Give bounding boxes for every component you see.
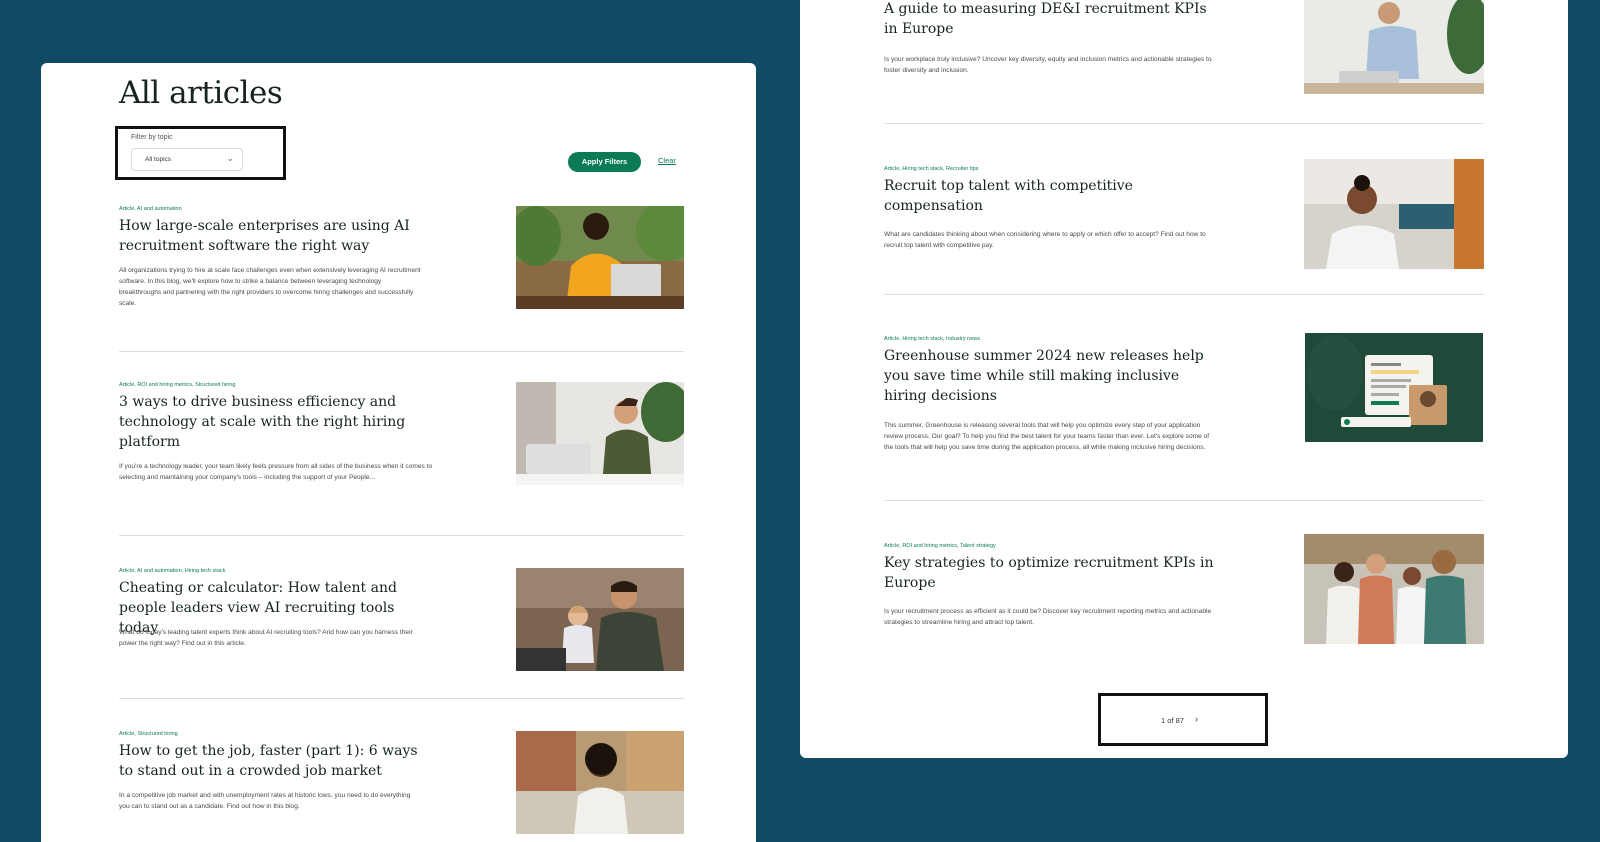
article-card[interactable]: Article, AI and automation, Hiring tech … [119,568,684,673]
article-card[interactable]: A guide to measuring DE&I recruitment KP… [884,0,1484,99]
article-image[interactable] [516,568,684,671]
man-phone-office-image [1304,0,1484,94]
pagination-page-indicator: 1 of 87 [1161,716,1184,725]
article-description: Is your workplace truly inclusive? Uncov… [884,56,1212,74]
article-card[interactable]: Article, ROI and hiring metrics, Structu… [119,382,684,487]
topic-select[interactable]: All topics ⌄ [131,148,243,171]
chevron-right-icon[interactable]: › [1195,714,1198,724]
article-image[interactable] [1304,0,1484,94]
article-image[interactable] [1304,159,1484,269]
article-description: In a competitive job market and with une… [119,792,411,810]
article-divider [884,294,1484,295]
clear-filters-link[interactable]: Clear [658,156,676,165]
article-title[interactable]: 3 ways to drive business efficiency and … [119,392,409,452]
filter-label: Filter by topic [131,134,173,141]
article-tags[interactable]: Article, AI and automation [119,206,182,212]
article-title[interactable]: Recruit top talent with competitive comp… [884,176,1174,216]
article-title[interactable]: A guide to measuring DE&I recruitment KP… [884,0,1214,39]
article-image[interactable] [1304,534,1484,644]
article-card[interactable]: Article, Hiring tech stack, Industry new… [884,333,1484,471]
apply-filters-button[interactable]: Apply Filters [568,152,641,172]
article-card[interactable]: Article, Structured hiring How to get th… [119,731,684,836]
article-image[interactable] [516,731,684,834]
article-divider [119,698,684,699]
article-card[interactable]: Article, ROI and hiring metrics, Talent … [884,534,1484,655]
chevron-down-icon: ⌄ [226,153,234,163]
woman-laptop-plants-image [516,206,684,309]
articles-page-left: All articles Filter by topic All topics … [41,63,756,842]
woman-outdoor-portrait-image [516,731,684,834]
article-description: This summer, Greenhouse is releasing sev… [884,422,1210,451]
team-conversation-image [1304,534,1484,644]
article-title[interactable]: Key strategies to optimize recruitment K… [884,553,1224,593]
article-image[interactable] [516,206,684,309]
page-title: All articles [119,75,283,111]
article-description: What are candidates thinking about when … [884,231,1206,249]
article-tags[interactable]: Article, Hiring tech stack, Industry new… [884,336,980,342]
article-description: All organizations trying to hire at scal… [119,267,421,307]
article-card[interactable]: Article, Hiring tech stack, Recruiter ti… [884,159,1484,278]
article-tags[interactable]: Article, Hiring tech stack, Recruiter ti… [884,166,978,172]
topic-select-value: All topics [145,156,172,163]
article-title[interactable]: How large-scale enterprises are using AI… [119,216,419,256]
article-tags[interactable]: Article, ROI and hiring metrics, Talent … [884,543,996,549]
article-image[interactable] [516,382,684,485]
man-laptop-office-image [516,382,684,485]
article-card[interactable]: Article, AI and automation How large-sca… [119,206,684,311]
article-divider [119,351,684,352]
article-tags[interactable]: Article, ROI and hiring metrics, Structu… [119,382,235,388]
article-description: If you're a technology leader, your team… [119,463,433,481]
articles-page-right: A guide to measuring DE&I recruitment KP… [800,0,1568,758]
smiling-man-office-image [1304,159,1484,269]
topic-filter: Filter by topic All topics ⌄ [115,126,286,180]
article-title[interactable]: How to get the job, faster (part 1): 6 w… [119,741,419,781]
article-description: Is your recruitment process as efficient… [884,608,1212,626]
article-divider [884,123,1484,124]
article-image[interactable] [1305,333,1483,442]
article-divider [884,500,1484,501]
article-title[interactable]: Greenhouse summer 2024 new releases help… [884,346,1204,406]
article-tags[interactable]: Article, AI and automation, Hiring tech … [119,568,225,574]
article-divider [119,535,684,536]
parent-child-laptop-image [516,568,684,671]
article-tags[interactable]: Article, Structured hiring [119,731,178,737]
article-description: What do today's leading talent experts t… [119,629,413,647]
pagination: 1 of 87 › [1098,693,1268,746]
product-ui-mockup-image [1305,333,1483,442]
